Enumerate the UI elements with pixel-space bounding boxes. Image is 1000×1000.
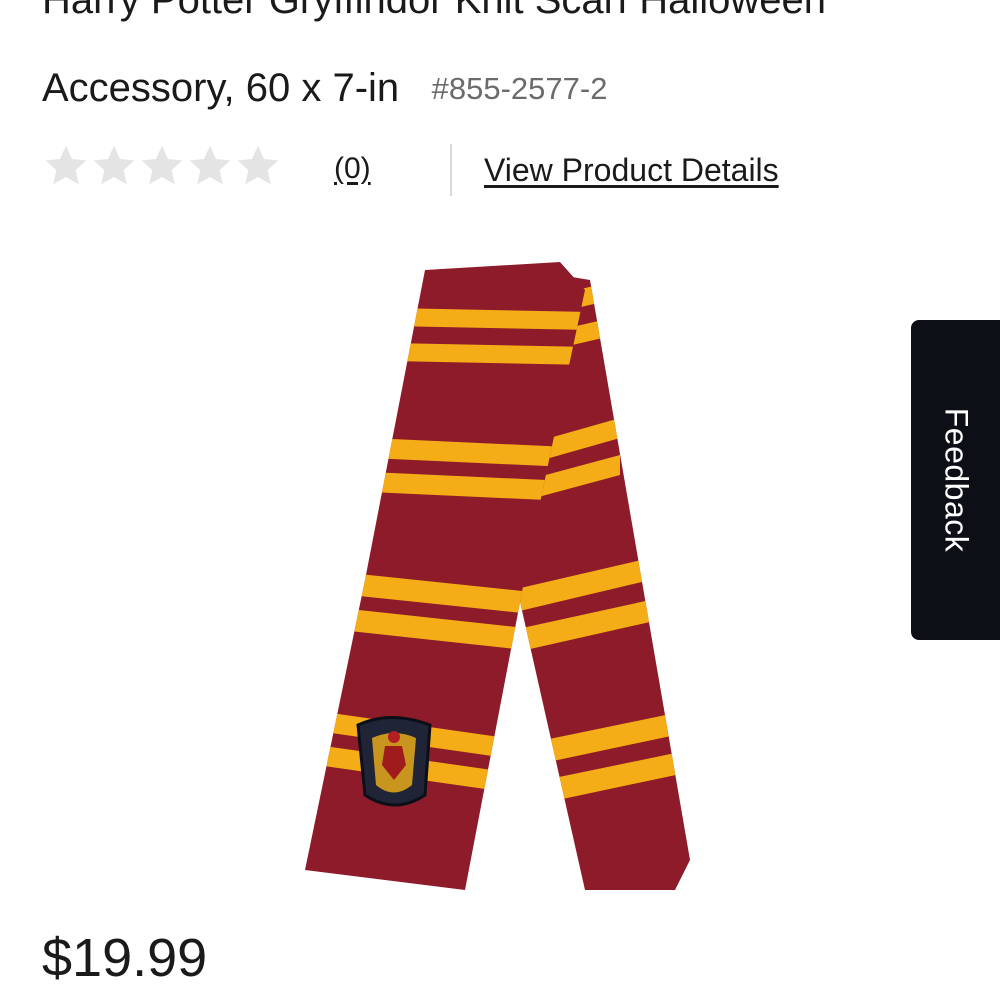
divider bbox=[450, 144, 452, 196]
scarf-illustration bbox=[305, 262, 690, 890]
view-product-details-link[interactable]: View Product Details bbox=[484, 152, 779, 189]
star-icon bbox=[186, 142, 234, 190]
product-title-line-2: Accessory, 60 x 7-in bbox=[42, 66, 400, 110]
product-title-line-1: Harry Potter Gryffindor Knit Scarf Hallo… bbox=[42, 0, 827, 22]
product-title-row: Accessory, 60 x 7-in #855-2577-2 bbox=[42, 66, 607, 110]
product-price: $19.99 bbox=[42, 928, 208, 988]
crest-icon bbox=[356, 716, 432, 807]
feedback-tab[interactable]: Feedback bbox=[911, 320, 1000, 640]
star-icon bbox=[138, 142, 186, 190]
star-rating[interactable] bbox=[42, 142, 282, 190]
feedback-label: Feedback bbox=[938, 407, 974, 553]
review-count-link[interactable]: (0) bbox=[334, 152, 371, 186]
product-sku: #855-2577-2 bbox=[431, 71, 608, 106]
star-icon bbox=[234, 142, 282, 190]
star-icon bbox=[42, 142, 90, 190]
product-image[interactable] bbox=[290, 250, 710, 900]
star-icon bbox=[90, 142, 138, 190]
